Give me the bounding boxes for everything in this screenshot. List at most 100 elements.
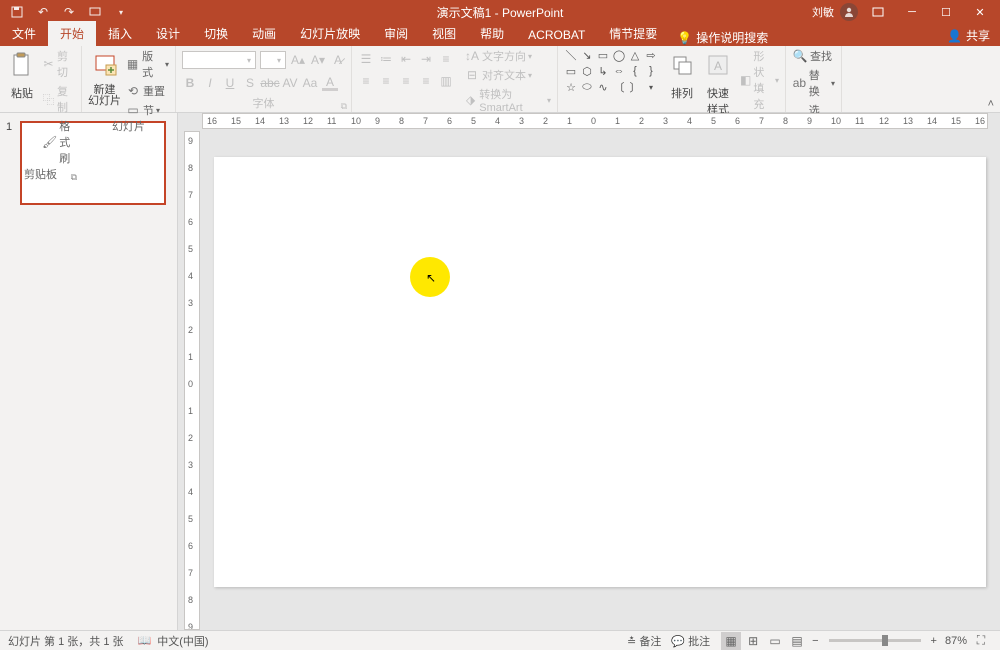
shape-brace2-icon[interactable]: } [644,64,658,78]
arrange-button[interactable] [666,48,698,82]
replace-button[interactable]: ab替换 ▾ [792,67,835,99]
convert-smartart-button[interactable]: ⬗转换为 SmartArt ▾ [464,86,551,114]
language-label[interactable]: 中文(中国) [157,633,208,649]
zoom-out-icon[interactable]: − [812,635,818,647]
shadow-icon[interactable]: S [242,75,258,91]
shape-rectangle-icon[interactable]: ▭ [596,48,610,62]
tell-me[interactable]: 💡 操作说明搜索 [677,29,768,46]
slideshow-view-icon[interactable]: ▤ [787,632,807,650]
new-slide-button[interactable] [89,48,121,82]
zoom-thumb[interactable] [882,635,888,646]
tab-file[interactable]: 文件 [0,21,48,46]
font-color-icon[interactable]: A [322,75,338,91]
qat-dropdown-icon[interactable]: ▾ [114,5,128,19]
comments-button[interactable]: 💬 批注 [671,633,710,649]
normal-view-icon[interactable]: ▦ [721,632,741,650]
shapes-more-icon[interactable]: ▾ [644,80,658,94]
shapes-gallery[interactable]: ＼ ↘ ▭ ◯ △ ⇨ ▭ ⬡ ↳ ⇔ { } ☆ ⬭ ∿ 〔 〕 ▾ [564,48,658,94]
tab-insert[interactable]: 插入 [96,21,144,46]
shape-line-icon[interactable]: ＼ [564,48,578,62]
collapse-ribbon-icon[interactable]: ˄ [988,98,994,110]
char-spacing-icon[interactable]: AV [282,75,298,91]
underline-icon[interactable]: U [222,75,238,91]
zoom-level[interactable]: 87% [945,635,967,647]
align-right-icon[interactable]: ≡ [398,73,414,89]
tab-acrobat[interactable]: ACROBAT [516,24,597,46]
avatar[interactable] [840,3,858,21]
strikethrough-icon[interactable]: abc [262,75,278,91]
section-button[interactable]: ▭节 ▾ [125,102,169,118]
shape-arrow-icon[interactable]: ⇨ [644,48,658,62]
decrease-font-icon[interactable]: A▾ [310,52,326,68]
tab-review[interactable]: 审阅 [372,21,420,46]
justify-icon[interactable]: ≡ [418,73,434,89]
copy-button[interactable]: ⿻复制 [42,83,75,115]
slide-canvas[interactable]: ↖ [214,157,986,587]
shape-curve-icon[interactable]: ∿ [596,80,610,94]
shape-fill-button[interactable]: ◧形状填充 ▾ [740,48,779,112]
tab-design[interactable]: 设计 [144,21,192,46]
reading-view-icon[interactable]: ▭ [765,632,785,650]
shape-line-arrow-icon[interactable]: ↘ [580,48,594,62]
italic-icon[interactable]: I [202,75,218,91]
columns-icon[interactable]: ▥ [438,73,454,89]
font-name-combobox[interactable]: ▾ [182,51,256,69]
increase-indent-icon[interactable]: ⇥ [418,51,434,67]
increase-font-icon[interactable]: A▴ [290,52,306,68]
sorter-view-icon[interactable]: ⊞ [743,632,763,650]
tab-help[interactable]: 帮助 [468,21,516,46]
slideshow-icon[interactable] [88,5,102,19]
spellcheck-icon[interactable]: 📖 [138,634,152,647]
bold-icon[interactable]: B [182,75,198,91]
shape-brace-icon[interactable]: { [628,64,642,78]
zoom-in-icon[interactable]: + [931,635,937,647]
find-button[interactable]: 🔍查找 [792,48,835,64]
tab-slideshow[interactable]: 幻灯片放映 [288,21,372,46]
share-button[interactable]: 👤 共享 [947,27,990,44]
zoom-slider[interactable] [829,639,921,642]
clear-formatting-icon[interactable]: A̷ [330,52,346,68]
layout-button[interactable]: ▦版式 ▾ [125,48,169,80]
line-spacing-icon[interactable]: ≡ [438,51,454,67]
dialog-launcher-icon[interactable]: ⧉ [341,101,347,112]
slide-counter[interactable]: 幻灯片 第 1 张，共 1 张 [8,633,124,649]
tab-animations[interactable]: 动画 [240,21,288,46]
decrease-indent-icon[interactable]: ⇤ [398,51,414,67]
font-size-combobox[interactable]: ▾ [260,51,286,69]
shape-bracket2-icon[interactable]: 〕 [628,80,642,94]
paste-button[interactable] [6,48,38,82]
reset-button[interactable]: ⟲重置 [125,83,169,99]
align-center-icon[interactable]: ≡ [378,73,394,89]
tab-view[interactable]: 视图 [420,21,468,46]
slide-panel[interactable]: 1 [0,113,178,630]
maximize-icon[interactable]: ☐ [932,0,960,24]
shape-hexagon-icon[interactable]: ⬡ [580,64,594,78]
align-left-icon[interactable]: ≡ [358,73,374,89]
save-icon[interactable] [10,5,24,19]
shape-rect2-icon[interactable]: ▭ [564,64,578,78]
undo-icon[interactable]: ↶ [36,5,50,19]
minimize-icon[interactable]: ─ [898,0,926,24]
shape-oval-icon[interactable]: ◯ [612,48,626,62]
ribbon-display-icon[interactable] [864,0,892,24]
text-direction-button[interactable]: ↕A文字方向 ▾ [464,48,551,64]
bullets-icon[interactable]: ☰ [358,51,374,67]
shape-callout-icon[interactable]: ⬭ [580,80,594,94]
tab-storyboard[interactable]: 情节提要 [597,21,669,46]
dialog-launcher-icon[interactable]: ⧉ [71,172,77,183]
numbering-icon[interactable]: ≔ [378,51,394,67]
format-painter-button[interactable]: 🖌格式刷 [42,118,75,166]
fit-to-window-icon[interactable]: ⛶ [971,632,991,650]
quick-styles-button[interactable]: A [702,48,734,82]
align-text-button[interactable]: ⊟对齐文本 ▾ [464,67,551,83]
change-case-icon[interactable]: Aa [302,75,318,91]
shape-star-icon[interactable]: ☆ [564,80,578,94]
redo-icon[interactable]: ↷ [62,5,76,19]
shape-connector-icon[interactable]: ↳ [596,64,610,78]
slide-editor[interactable]: 1615141312111098765432101234567891011121… [178,113,1000,630]
cut-button[interactable]: ✂剪切 [42,48,75,80]
notes-button[interactable]: ≛ 备注 [627,633,661,649]
shape-arrowlr-icon[interactable]: ⇔ [612,64,626,78]
shape-bracket-icon[interactable]: 〔 [612,80,626,94]
tab-transitions[interactable]: 切换 [192,21,240,46]
